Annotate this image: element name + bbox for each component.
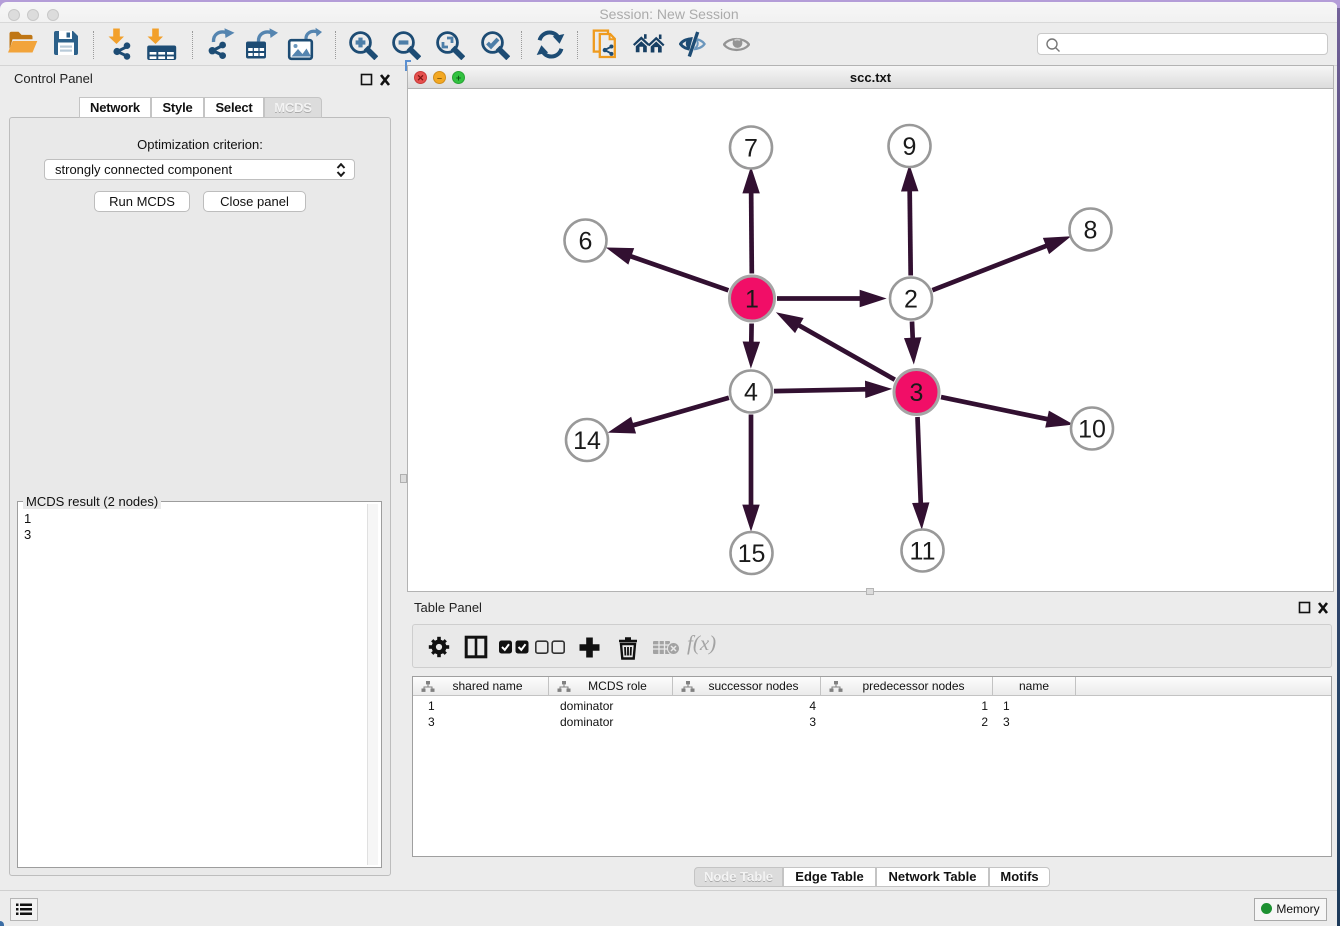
svg-text:1: 1 xyxy=(745,286,759,314)
svg-text:10: 10 xyxy=(1078,416,1106,444)
svg-text:4: 4 xyxy=(744,379,758,407)
svg-text:2: 2 xyxy=(904,286,918,314)
svg-text:9: 9 xyxy=(903,133,917,161)
svg-text:7: 7 xyxy=(744,135,758,163)
svg-text:3: 3 xyxy=(910,379,924,407)
svg-text:11: 11 xyxy=(910,538,936,566)
svg-text:6: 6 xyxy=(579,228,593,256)
svg-text:14: 14 xyxy=(573,427,601,455)
svg-text:8: 8 xyxy=(1084,217,1098,245)
svg-text:15: 15 xyxy=(738,540,766,568)
